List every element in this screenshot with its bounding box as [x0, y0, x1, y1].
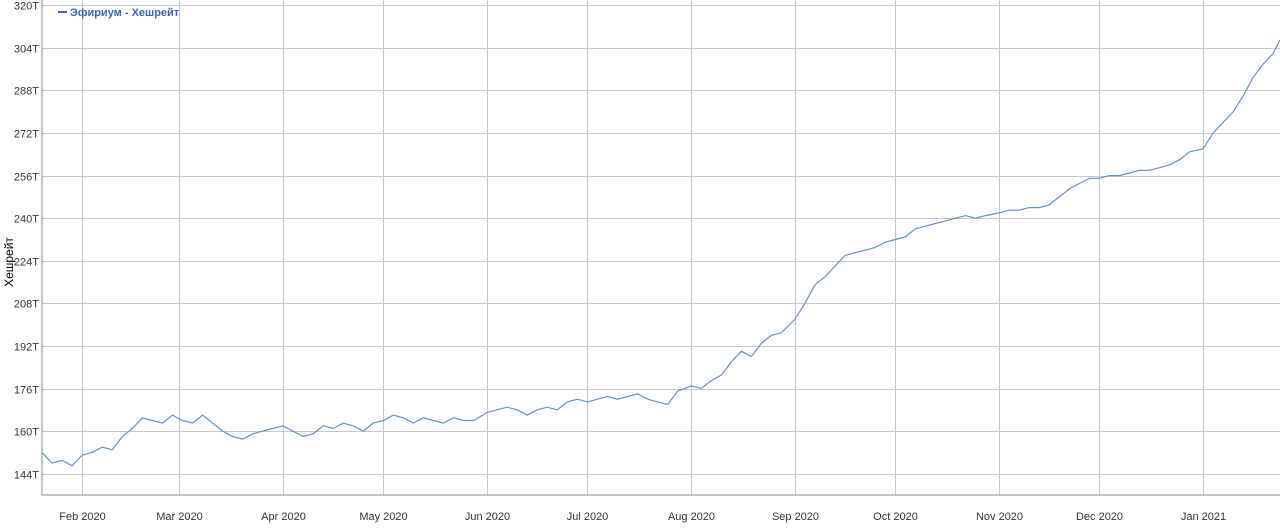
y-tick-label: 208T	[14, 299, 39, 311]
y-tick-label: 192T	[14, 342, 39, 354]
plot-background	[42, 0, 1280, 495]
x-tick-label: Jul 2020	[567, 511, 609, 523]
x-tick-label: May 2020	[359, 511, 407, 523]
x-tick-label: Aug 2020	[668, 511, 715, 523]
x-tick-label: Jan 2021	[1181, 511, 1226, 523]
y-tick-label: 256T	[14, 172, 39, 184]
y-tick-label: 304T	[14, 44, 39, 56]
x-tick-label: Oct 2020	[873, 511, 918, 523]
x-tick-label: Nov 2020	[976, 511, 1023, 523]
x-tick-label: Sep 2020	[772, 511, 819, 523]
x-tick-label: Apr 2020	[261, 511, 306, 523]
y-tick-label: 272T	[14, 129, 39, 141]
y-tick-label: 240T	[14, 214, 39, 226]
y-tick-label: 176T	[14, 385, 39, 397]
x-tick-labels: Feb 2020 Mar 2020 Apr 2020 May 2020 Jun 2020…	[59, 511, 1226, 523]
y-tick-label: 320T	[14, 1, 39, 13]
x-tick-label: Feb 2020	[59, 511, 105, 523]
y-tick-label: 160T	[14, 427, 39, 439]
legend-entry[interactable]: Эфириум - Хешрейт	[70, 7, 180, 19]
hashrate-line-chart: 144T 160T 176T 192T 208T 224T 240T 256T 272T 288T…	[2, 0, 1280, 523]
y-axis-title: Хешрейт	[2, 237, 16, 287]
legend[interactable]: Эфириум - Хешрейт	[58, 7, 180, 19]
y-tick-label: 288T	[14, 86, 39, 98]
y-tick-label: 224T	[14, 257, 39, 269]
x-tick-label: Jun 2020	[465, 511, 510, 523]
y-tick-label: 144T	[14, 470, 39, 482]
x-tick-label: Dec 2020	[1076, 511, 1123, 523]
x-tick-label: Mar 2020	[156, 511, 202, 523]
y-tick-labels: 144T 160T 176T 192T 208T 224T 240T 256T 272T 288T…	[14, 1, 39, 482]
